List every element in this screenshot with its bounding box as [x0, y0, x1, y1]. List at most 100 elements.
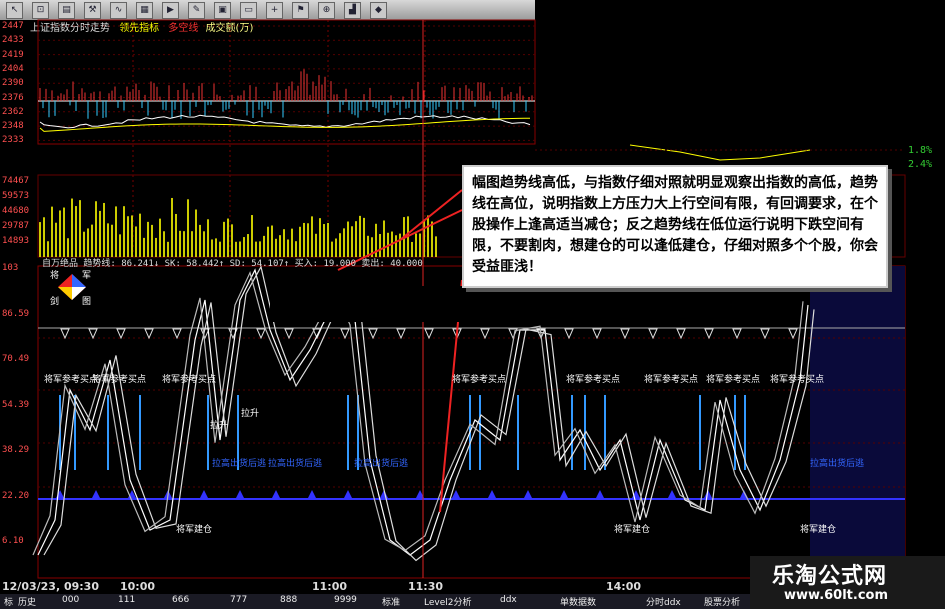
bottom-tab[interactable]: Level2分析	[424, 595, 471, 608]
sell-marker	[340, 328, 350, 340]
price-tick: 2362	[2, 106, 24, 117]
bottom-tab[interactable]: 666	[172, 595, 189, 605]
pct-label-2: 2.4%	[908, 159, 933, 170]
buy-ref-tag: 将军参考买点	[162, 375, 217, 385]
pull-up-tag: 拉升	[241, 409, 260, 419]
price-tick: 2447	[2, 21, 24, 31]
indicator-tick: 38.29	[2, 445, 30, 455]
buy-marker	[668, 490, 676, 498]
avg-line	[39, 117, 531, 132]
sell-ref-tag: 拉高出货后逃	[354, 459, 409, 469]
brand-name: 乐淘公式网	[772, 564, 888, 589]
buy-ref-tag: 将军参考买点	[44, 375, 99, 385]
bottom-tab[interactable]: 888	[280, 595, 297, 605]
avg-line-ext	[629, 144, 811, 161]
sell-marker	[60, 328, 70, 340]
indicator-tick: 54.39	[2, 399, 30, 410]
bottom-tab[interactable]: 股票分析	[704, 595, 740, 608]
sell-marker	[116, 328, 126, 340]
sell-marker	[732, 328, 742, 340]
volume-tick: 59573	[2, 191, 30, 201]
price-tick: 2348	[2, 121, 24, 132]
indicator-tick: 86.59	[2, 308, 30, 319]
sell-marker	[256, 328, 266, 340]
buy-ref-tag: 将军参考买点	[706, 375, 761, 385]
bottom-tab[interactable]: 单数据数	[560, 595, 596, 608]
sell-marker	[88, 328, 98, 340]
indicator-header: 自万绝品 趋势线: 86.241↓ SK: 58.442↑ SD: 54.107…	[42, 259, 423, 269]
screenshot-stage: ↖ ⊡ ▤ ⚒ ∿ ▦ ▶ ✎ ▣ ▭ + ⚑ ⊕ ▟ ◆ 上证指数分时走势 领先指标 多空线 成交额(万)…	[0, 0, 945, 609]
price-tick: 2433	[2, 35, 24, 46]
sell-marker	[592, 328, 602, 340]
bottom-tab[interactable]: 分时ddx	[646, 595, 681, 608]
bottom-tab[interactable]: 标准	[382, 595, 400, 608]
volume-tick: 29787	[2, 221, 30, 231]
sell-marker	[424, 328, 434, 340]
sell-marker	[620, 328, 630, 340]
bottom-tab[interactable]: 9999	[334, 595, 357, 605]
indicator-tick: 22.20	[2, 490, 30, 501]
sell-ref-tag: 拉高出货后逃	[268, 459, 323, 469]
volume-tick: 44680	[2, 206, 30, 216]
volume-tick: 14893	[2, 236, 30, 246]
sell-marker	[788, 328, 798, 340]
buy-marker	[452, 490, 460, 498]
sell-marker	[480, 328, 490, 340]
buy-marker	[344, 490, 352, 498]
masking-box	[270, 286, 662, 322]
buy-ref-tag: 将军参考买点	[770, 375, 825, 385]
top-chart-frame	[37, 19, 536, 145]
sell-marker	[564, 328, 574, 340]
time-label: 11:00	[312, 580, 348, 593]
buy-marker	[272, 490, 280, 498]
buy-ref-tag: 将军参考买点	[92, 375, 147, 385]
sell-ref-tag: 拉高出货后逃	[212, 459, 267, 469]
buy-marker	[92, 490, 100, 498]
brand-url: www.60lt.com	[784, 588, 889, 603]
time-label: 14:00	[606, 580, 642, 593]
buy-marker	[488, 490, 496, 498]
buy-marker	[236, 490, 244, 498]
annotation-callout: 幅图趋势线高低，与指数仔细对照就明显观察出指数的高低，趋势线在高位，说明指数上方…	[462, 165, 888, 288]
sell-marker	[676, 328, 686, 340]
buy-marker	[596, 490, 604, 498]
time-label: 12/03/23, 09:30	[2, 580, 99, 593]
general-logo: 将 军 剑 图	[50, 271, 92, 307]
bottom-tab[interactable]: 111	[118, 595, 135, 605]
volume-tick: 74467	[2, 176, 30, 186]
bottom-tab[interactable]: 历史	[18, 595, 36, 608]
buy-ref-tag: 将军参考买点	[566, 375, 621, 385]
buy-ref-tag: 将军参考买点	[452, 375, 507, 385]
sell-marker	[144, 328, 154, 340]
chart-canvas[interactable]	[0, 0, 945, 609]
price-tick: 2376	[2, 92, 24, 103]
indicator-tick: 70.49	[2, 354, 30, 364]
time-label: 10:00	[120, 580, 156, 593]
buy-ref-tag: 将军参考买点	[644, 375, 699, 385]
time-label: 11:30	[408, 580, 444, 593]
bottom-tab[interactable]: ddx	[500, 595, 517, 605]
sell-ref-tag: 拉高出货后逃	[810, 459, 865, 469]
sell-marker	[396, 328, 406, 340]
buy-marker	[200, 490, 208, 498]
sell-marker	[284, 328, 294, 340]
price-tick: 2390	[2, 78, 24, 89]
bottom-tab[interactable]: 标	[4, 595, 13, 608]
bottom-tab[interactable]: 000	[62, 595, 79, 605]
price-tick: 2333	[2, 135, 24, 146]
sell-marker	[172, 328, 182, 340]
sell-marker	[760, 328, 770, 340]
bottom-tab[interactable]: 777	[230, 595, 247, 605]
build-tag: 将军建仓	[176, 525, 213, 535]
pct-label-1: 1.8%	[908, 145, 933, 156]
price-tick: 2404	[2, 63, 24, 74]
build-tag: 将军建仓	[800, 525, 837, 535]
price-tick: 2419	[2, 49, 24, 60]
indicator-tick: 6.10	[2, 536, 24, 546]
sell-marker	[368, 328, 378, 340]
sell-marker	[648, 328, 658, 340]
brand-watermark: 乐淘公式网 www.60lt.com	[750, 556, 945, 609]
buy-marker	[524, 490, 532, 498]
sell-marker	[704, 328, 714, 340]
buy-marker	[308, 490, 316, 498]
